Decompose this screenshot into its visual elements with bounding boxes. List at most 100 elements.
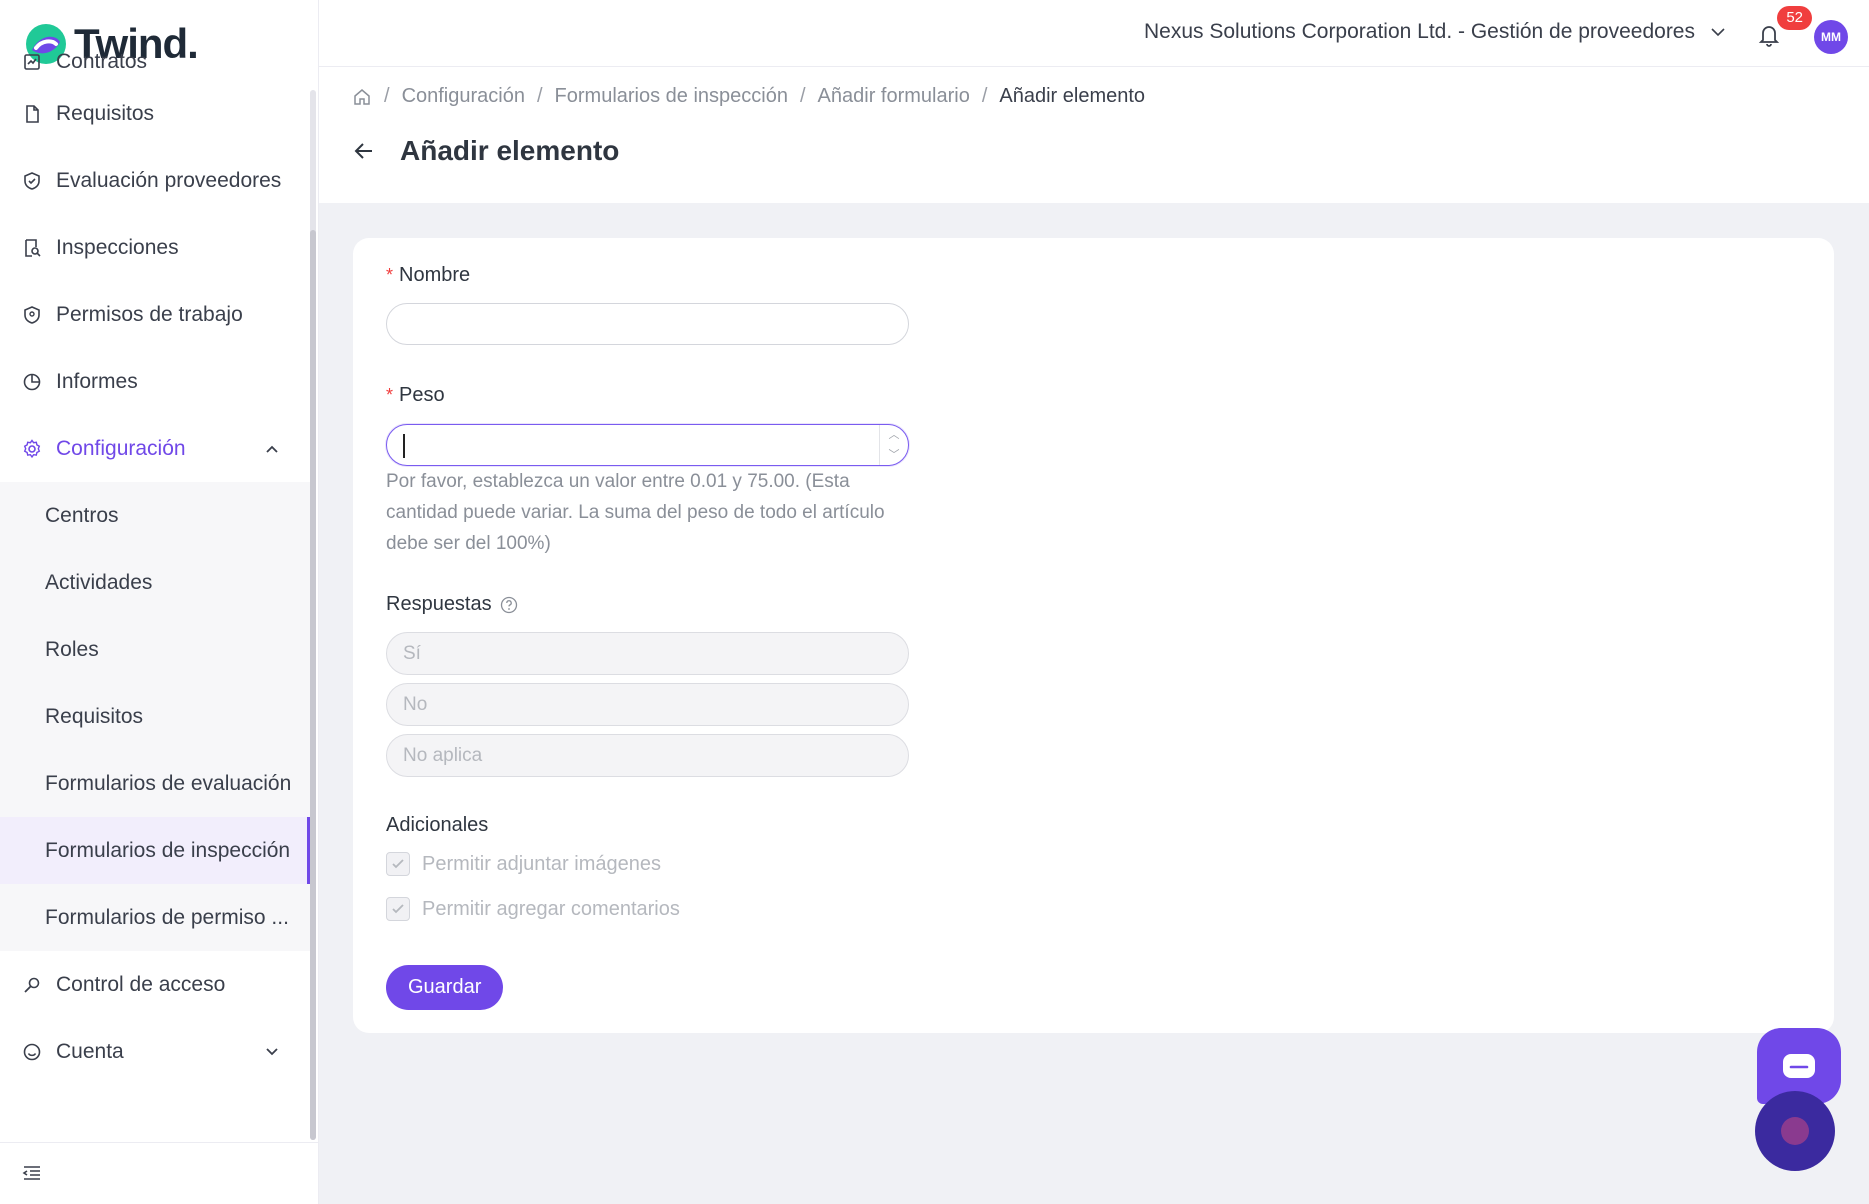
chat-icon [1783, 1054, 1815, 1078]
save-button[interactable]: Guardar [386, 965, 504, 1010]
allow-comments-label: Permitir agregar comentarios [422, 897, 680, 920]
sidebar-item-label: Cuenta [56, 1039, 124, 1063]
stepper-up-icon[interactable]: ︿ [880, 425, 908, 445]
sidebar-item-label: Contratos [56, 50, 148, 73]
sidebar-item-contratos[interactable]: Contratos [0, 44, 310, 80]
name-label: * Nombre [386, 264, 470, 287]
required-marker: * [386, 265, 394, 285]
sidebar-item-label: Roles [45, 637, 99, 661]
breadcrumb-current: Añadir elemento [999, 85, 1146, 107]
sidebar-subitem-formularios-permiso[interactable]: Formularios de permiso ... [0, 884, 310, 951]
breadcrumb-link[interactable]: Formularios de inspección [555, 85, 788, 108]
organization-selector[interactable]: Nexus Solutions Corporation Ltd. - Gesti… [1144, 20, 1727, 44]
name-input[interactable] [386, 303, 909, 345]
allow-comments-option: Permitir agregar comentarios [386, 897, 680, 921]
avatar[interactable]: MM [1814, 20, 1848, 54]
answers-label-text: Respuestas [386, 593, 492, 615]
sidebar-item-label: Formularios de permiso ... [45, 905, 289, 929]
sidebar-subitem-formularios-evaluacion[interactable]: Formularios de evaluación [0, 750, 310, 817]
contract-icon [22, 52, 42, 72]
breadcrumb: / Configuración / Formularios de inspecc… [352, 85, 1145, 108]
smile-icon [22, 1042, 42, 1062]
sidebar-item-label: Formularios de evaluación [45, 771, 292, 795]
answer-field: No [386, 683, 909, 726]
weight-input[interactable]: ︿ ﹀ [386, 424, 909, 466]
gear-icon [22, 438, 42, 459]
answers-label: Respuestas [386, 593, 518, 616]
shield-check-icon [22, 171, 42, 191]
required-marker: * [386, 385, 394, 405]
sidebar-item-label: Inspecciones [56, 235, 179, 259]
sidebar-item-label: Configuración [56, 436, 186, 460]
sidebar-item-evaluacion-proveedores[interactable]: Evaluación proveedores [0, 147, 310, 214]
organization-name: Nexus Solutions Corporation Ltd. - Gesti… [1144, 20, 1695, 43]
sidebar-item-control-de-acceso[interactable]: Control de acceso [0, 951, 310, 1018]
sidebar-item-inspecciones[interactable]: Inspecciones [0, 214, 310, 281]
answer-field: No aplica [386, 734, 909, 777]
sidebar-item-informes[interactable]: Informes [0, 348, 310, 415]
text-caret [403, 434, 405, 458]
sidebar-item-label: Centros [45, 503, 119, 527]
sidebar-subitem-requisitos[interactable]: Requisitos [0, 683, 310, 750]
key-icon [22, 975, 42, 995]
sidebar-item-label: Control de acceso [56, 972, 226, 996]
sidebar-subitem-formularios-inspeccion[interactable]: Formularios de inspección [0, 817, 310, 884]
pie-chart-icon [22, 372, 42, 392]
allow-comments-checkbox [386, 897, 410, 921]
sidebar-item-cuenta[interactable]: Cuenta [0, 1018, 310, 1085]
allow-images-checkbox [386, 852, 410, 876]
sidebar-item-requisitos[interactable]: Requisitos [0, 80, 310, 147]
form-card: * Nombre * Peso ︿ ﹀ Por favor, establezc… [353, 238, 1834, 1033]
breadcrumb-link[interactable]: Añadir formulario [818, 85, 970, 108]
home-icon[interactable] [352, 87, 372, 107]
allow-images-option: Permitir adjuntar imágenes [386, 852, 661, 876]
sidebar-item-label: Requisitos [45, 704, 144, 728]
number-stepper[interactable]: ︿ ﹀ [879, 425, 908, 465]
check-icon [392, 904, 404, 914]
breadcrumb-separator: / [799, 85, 806, 107]
breadcrumb-separator: / [536, 85, 543, 107]
sidebar-nav: Contratos Requisitos Evaluación proveedo… [0, 50, 310, 1085]
help-circle-icon[interactable] [500, 596, 518, 614]
sidebar-item-label: Evaluación proveedores [56, 168, 282, 192]
sidebar-item-label: Permisos de trabajo [56, 302, 243, 326]
breadcrumb-separator: / [981, 85, 988, 107]
config-submenu: Centros Actividades Roles Requisitos For… [0, 482, 310, 951]
breadcrumb-link[interactable]: Configuración [402, 85, 525, 108]
sidebar-subitem-centros[interactable]: Centros [0, 482, 310, 549]
inspection-icon [22, 238, 42, 258]
breadcrumb-separator: / [384, 85, 390, 107]
assistant-dot-icon [1781, 1117, 1809, 1145]
chevron-down-icon [1711, 28, 1725, 37]
sidebar-item-permisos-de-trabajo[interactable]: Permisos de trabajo [0, 281, 310, 348]
allow-images-label: Permitir adjuntar imágenes [422, 852, 661, 875]
sidebar: Twind. Contratos Requisitos Evaluación p… [0, 0, 319, 1204]
chevron-up-icon[interactable] [264, 441, 280, 457]
weight-label: * Peso [386, 384, 445, 407]
weight-label-text: Peso [399, 384, 445, 406]
sidebar-item-configuracion[interactable]: Configuración [0, 415, 310, 482]
sidebar-item-label: Actividades [45, 570, 153, 594]
sidebar-footer [0, 1142, 318, 1204]
back-arrow-icon[interactable] [352, 139, 376, 163]
page-header: / Configuración / Formularios de inspecc… [319, 67, 1869, 203]
stepper-down-icon[interactable]: ﹀ [880, 445, 908, 465]
collapse-menu-icon[interactable] [22, 1163, 42, 1183]
chevron-down-icon[interactable] [264, 1044, 280, 1060]
additional-label-text: Adicionales [386, 814, 489, 836]
sidebar-scrollbar-thumb[interactable] [310, 230, 316, 1140]
title-row: Añadir elemento [352, 135, 619, 167]
answer-field: Sí [386, 632, 909, 675]
topbar: Nexus Solutions Corporation Ltd. - Gesti… [319, 0, 1869, 67]
sidebar-subitem-actividades[interactable]: Actividades [0, 549, 310, 616]
document-icon [22, 104, 42, 124]
sidebar-item-label: Informes [56, 369, 138, 393]
sidebar-item-label: Requisitos [56, 101, 155, 125]
check-icon [392, 859, 404, 869]
additional-label: Adicionales [386, 814, 488, 837]
assistant-button[interactable] [1755, 1091, 1835, 1171]
notification-badge: 52 [1777, 6, 1812, 30]
bell-icon[interactable] [1757, 22, 1781, 48]
sidebar-subitem-roles[interactable]: Roles [0, 616, 310, 683]
page-title: Añadir elemento [400, 135, 620, 166]
